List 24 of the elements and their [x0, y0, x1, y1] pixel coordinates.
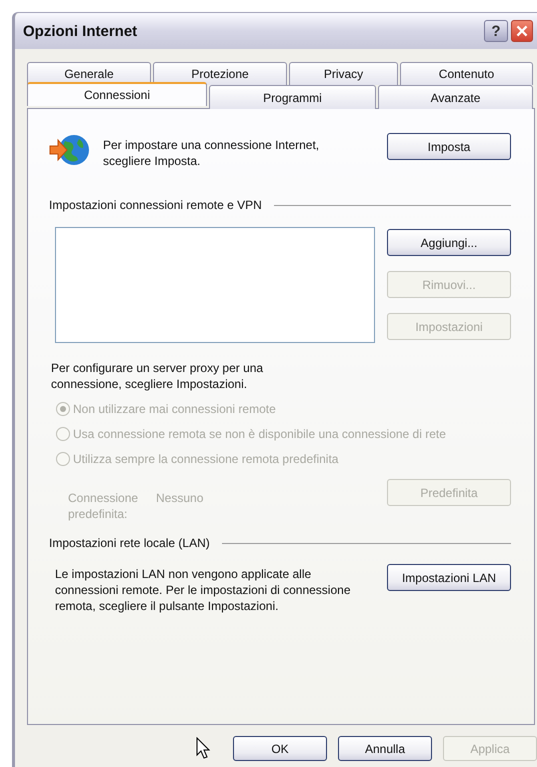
tab[interactable]: Privacy — [289, 62, 398, 85]
close-button[interactable] — [511, 20, 533, 42]
mouse-cursor-icon — [196, 737, 210, 759]
group-label: Impostazioni connessioni remote e VPN — [49, 198, 262, 212]
tab[interactable]: Contenuto — [400, 62, 533, 85]
tab[interactable]: Programmi — [209, 85, 376, 109]
globe-arrow-icon — [49, 133, 91, 167]
dialog-button[interactable]: Annulla — [338, 736, 432, 761]
help-button[interactable]: ? — [484, 20, 508, 42]
dialup-button[interactable]: Aggiungi... — [387, 229, 511, 256]
lan-description: Le impostazioni LAN non vengono applicate alle connessioni remote. Per le impostazioni di connessione remota, scegliere il pulsante Impostazioni. — [54, 566, 352, 614]
window-title: Opzioni Internet — [23, 22, 138, 40]
setup-button[interactable]: Imposta — [387, 133, 511, 160]
dialog-button[interactable]: OK — [233, 736, 327, 761]
tab[interactable]: Protezione — [153, 62, 287, 85]
setup-description: Per impostare una connessione Internet, scegliere Imposta. — [103, 137, 320, 169]
proxy-description: Per configurare un server proxy per una connessione, scegliere Impostazioni. — [50, 360, 264, 392]
tab[interactable]: Avanzate — [378, 85, 533, 109]
lan-settings-button[interactable]: Impostazioni LAN — [387, 564, 511, 591]
group-label: Impostazioni rete locale (LAN) — [49, 536, 210, 550]
default-connection-value: Nessuno — [156, 490, 204, 507]
connections-list[interactable] — [55, 227, 375, 343]
tab[interactable]: Connessioni — [27, 82, 207, 106]
default-connection-label: Connessione predefinita: — [68, 490, 140, 522]
